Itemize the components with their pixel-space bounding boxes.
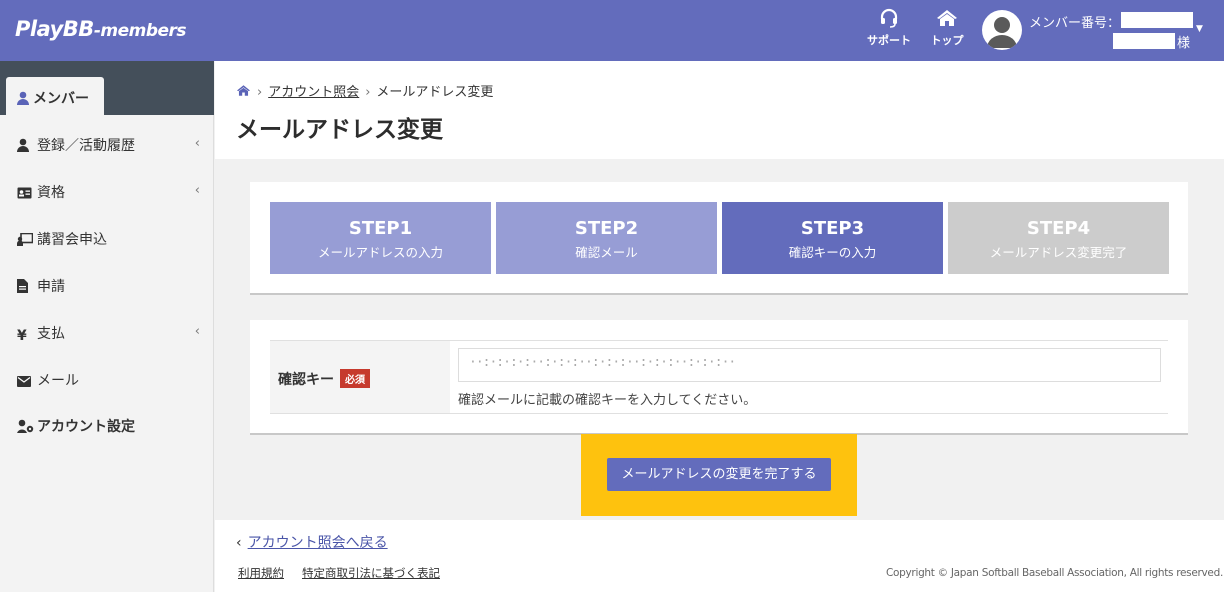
sidebar-item-qualification[interactable]: 資格 ‹	[0, 182, 214, 212]
chevron-left-icon: ‹	[194, 136, 200, 151]
top-button[interactable]: トップ	[922, 8, 972, 48]
file-icon	[17, 279, 33, 297]
required-badge: 必須	[340, 369, 370, 388]
sidebar-item-label: 支払	[37, 326, 65, 342]
complete-change-button[interactable]: メールアドレスの変更を完了する	[607, 458, 831, 491]
sidebar: メンバー 登録／活動履歴 ‹ 資格 ‹ 講習会申込 申請 ¥ 支払 ‹ メール ア…	[0, 61, 214, 592]
sidebar-item-application[interactable]: 申請	[0, 276, 214, 306]
sidebar-item-history[interactable]: 登録／活動履歴 ‹	[0, 135, 214, 165]
sidebar-item-label: 登録／活動履歴	[37, 138, 135, 154]
home-icon[interactable]	[236, 84, 251, 97]
breadcrumb-separator: ›	[257, 85, 263, 100]
logo-sub: -members	[93, 21, 187, 41]
breadcrumb-separator: ›	[365, 85, 371, 100]
headset-icon	[880, 8, 898, 28]
step-desc: 確認キーの入力	[788, 245, 877, 260]
copyright: Copyright © Japan Softball Baseball Asso…	[886, 567, 1223, 579]
member-number-redacted	[1121, 12, 1193, 28]
user-cog-icon	[17, 419, 34, 437]
step-4: STEP4 メールアドレス変更完了	[948, 202, 1169, 274]
sidebar-tab-member[interactable]: メンバー	[6, 77, 104, 115]
member-number-label: メンバー番号：	[1029, 16, 1121, 31]
logo[interactable]: PlayBB-members	[15, 17, 187, 41]
sidebar-item-account-settings[interactable]: アカウント設定	[0, 416, 214, 446]
yen-icon: ¥	[17, 328, 27, 344]
user-avatar-icon	[987, 17, 1017, 48]
breadcrumb-link-account[interactable]: アカウント照会	[268, 85, 359, 100]
support-label: サポート	[867, 34, 911, 47]
step-desc: メールアドレス変更完了	[989, 245, 1128, 260]
home-icon	[937, 10, 957, 26]
id-card-icon	[17, 187, 33, 203]
sidebar-item-label: 申請	[37, 279, 65, 295]
account-menu-caret-icon[interactable]: ▼	[1196, 24, 1203, 34]
member-name-redacted	[1113, 33, 1175, 49]
user-icon	[17, 138, 33, 156]
sidebar-item-label: アカウント設定	[37, 419, 135, 435]
step-2: STEP2 確認メール	[496, 202, 717, 274]
form-panel: 確認キー 必須 ··:·:·:·:··:·:·:··:·:·:··:·:·:··:…	[250, 320, 1188, 435]
confirm-key-label-text: 確認キー	[278, 372, 334, 388]
top-label: トップ	[930, 34, 964, 47]
support-button[interactable]: サポート	[864, 8, 914, 48]
header-bar: PlayBB-members サポート トップ メンバー番号： 様 ▼	[0, 0, 1224, 61]
step-title: STEP3	[800, 218, 865, 239]
sidebar-item-payment[interactable]: ¥ 支払 ‹	[0, 323, 214, 353]
breadcrumb: › アカウント照会 › メールアドレス変更	[236, 81, 493, 100]
sidebar-item-seminar[interactable]: 講習会申込	[0, 229, 214, 259]
step-title: STEP2	[574, 218, 639, 239]
sidebar-item-label: 講習会申込	[37, 232, 107, 248]
step-title: STEP4	[1026, 218, 1091, 239]
confirm-key-row: 確認キー 必須 ··:·:·:·:··:·:·:··:·:·:··:·:·:··:…	[270, 340, 1168, 414]
step-3-active: STEP3 確認キーの入力	[722, 202, 943, 274]
step-desc: メールアドレスの入力	[317, 245, 443, 260]
sidebar-item-mail[interactable]: メール	[0, 370, 214, 400]
chevron-left-icon: ‹	[194, 183, 200, 198]
member-honorific: 様	[1177, 36, 1191, 51]
sidebar-item-label: 資格	[37, 185, 65, 201]
confirm-key-label: 確認キー 必須	[270, 341, 450, 413]
confirm-key-input[interactable]: ··:·:·:·:··:·:·:··:·:·:··:·:·:··:·:·:··	[458, 348, 1161, 382]
chevron-left-icon: ‹	[194, 324, 200, 339]
user-icon	[17, 91, 29, 105]
back-link[interactable]: ‹ アカウント照会へ戻る	[236, 532, 388, 552]
step-1: STEP1 メールアドレスの入力	[270, 202, 491, 274]
back-link-label: アカウント照会へ戻る	[247, 535, 388, 551]
steps-panel: STEP1 メールアドレスの入力 STEP2 確認メール STEP3 確認キーの…	[250, 182, 1188, 295]
tokutei-link[interactable]: 特定商取引法に基づく表記	[302, 565, 440, 581]
avatar[interactable]	[982, 10, 1022, 50]
sidebar-tab-label: メンバー	[33, 91, 89, 107]
breadcrumb-current: メールアドレス変更	[376, 85, 494, 100]
chevron-left-icon: ‹	[236, 535, 242, 551]
step-desc: 確認メール	[575, 245, 638, 260]
page-title: メールアドレス変更	[236, 117, 443, 143]
footer	[215, 520, 1224, 592]
sidebar-item-label: メール	[37, 373, 79, 389]
terms-link[interactable]: 利用規約	[238, 565, 284, 581]
logo-main: PlayBB	[15, 17, 94, 41]
step-title: STEP1	[348, 218, 413, 239]
envelope-icon	[17, 375, 33, 391]
chalkboard-icon	[17, 232, 34, 250]
confirm-key-help: 確認メールに記載の確認キーを入力してください。	[458, 393, 757, 408]
